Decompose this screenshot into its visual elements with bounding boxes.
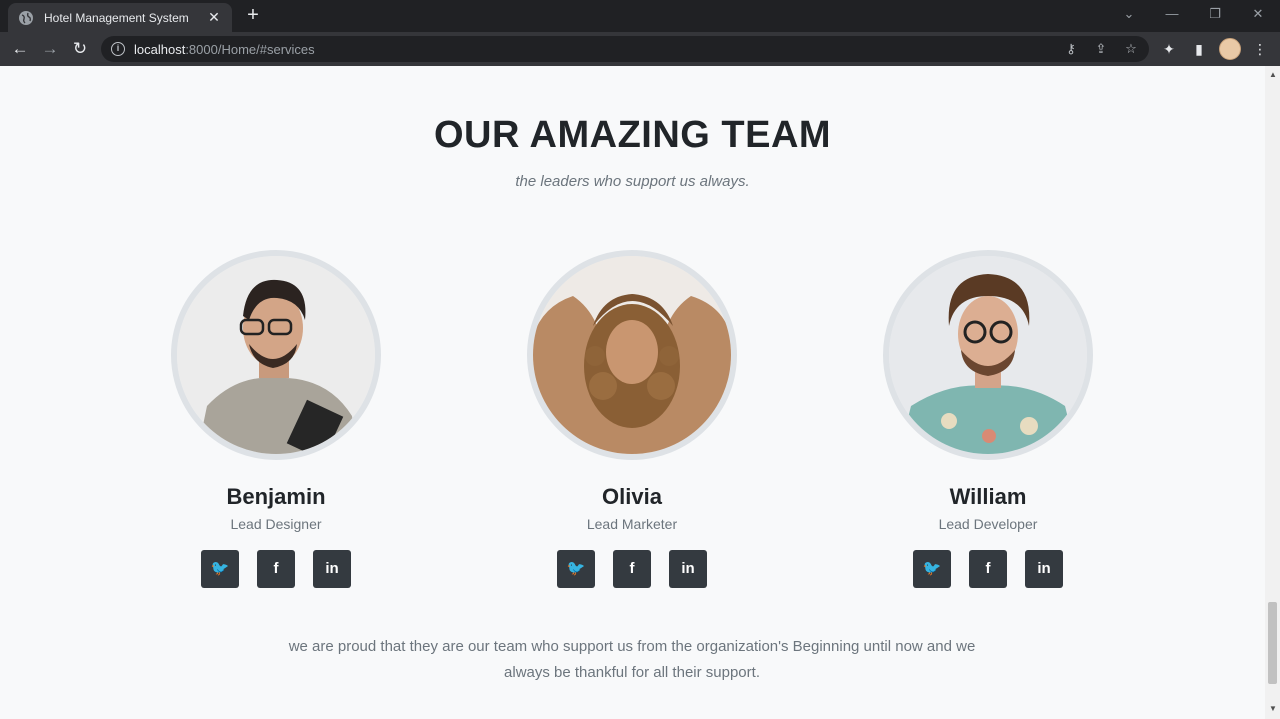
tab-search-icon[interactable]: ⌄ [1114, 4, 1144, 24]
scroll-down-arrow-icon[interactable]: ▼ [1269, 704, 1277, 713]
browser-tab[interactable]: Hotel Management System ✕ [8, 3, 232, 32]
team-card-olivia: Olivia Lead Marketer 🐦 f in [482, 250, 782, 588]
member-role: Lead Developer [938, 516, 1038, 532]
social-links: 🐦 f in [838, 550, 1138, 588]
social-links: 🐦 f in [482, 550, 782, 588]
key-icon[interactable]: ⚷ [1063, 41, 1079, 57]
reload-icon[interactable]: ↻ [68, 37, 92, 61]
twitter-icon[interactable]: 🐦 [201, 550, 239, 588]
avatar [171, 250, 381, 460]
extensions-puzzle-icon[interactable]: ✦ [1160, 40, 1178, 58]
twitter-icon[interactable]: 🐦 [557, 550, 595, 588]
team-footer-text: we are proud that they are our team who … [288, 638, 976, 681]
linkedin-icon[interactable]: in [669, 550, 707, 588]
member-role: Lead Marketer [586, 516, 678, 532]
avatar [527, 250, 737, 460]
url-path: :8000/Home/#services [185, 41, 315, 57]
team-card-william: William Lead Developer 🐦 f in [838, 250, 1138, 588]
linkedin-icon[interactable]: in [1025, 550, 1063, 588]
tab-title: Hotel Management System [44, 10, 189, 25]
facebook-icon[interactable]: f [613, 550, 651, 588]
profile-avatar[interactable] [1219, 38, 1241, 60]
linkedin-icon[interactable]: in [313, 550, 351, 588]
section-subheading: the leaders who support us always. [515, 173, 750, 190]
back-arrow-icon[interactable]: ← [8, 37, 32, 61]
scrollbar-thumb[interactable] [1268, 602, 1277, 684]
member-name: Benjamin [226, 484, 326, 509]
team-section: OUR AMAZING TEAM the leaders who support… [0, 66, 1265, 719]
globe-icon [18, 10, 34, 26]
scroll-up-arrow-icon[interactable]: ▲ [1269, 70, 1277, 79]
address-bar[interactable]: i localhost:8000/Home/#services ⚷ ⇪ ☆ [101, 36, 1149, 62]
side-panel-icon[interactable]: ▮ [1190, 40, 1208, 58]
member-name: William [949, 484, 1027, 509]
facebook-icon[interactable]: f [969, 550, 1007, 588]
menu-kebab-icon[interactable]: ⋮ [1251, 40, 1269, 58]
browser-tab-bar: Hotel Management System ✕ + ⌄ — ❐ ✕ [0, 0, 1280, 32]
twitter-icon[interactable]: 🐦 [913, 550, 951, 588]
restore-icon[interactable]: ❐ [1200, 4, 1230, 24]
close-tab-icon[interactable]: ✕ [206, 9, 222, 26]
url-host: localhost [134, 41, 186, 57]
member-name: Olivia [602, 484, 662, 509]
member-role: Lead Designer [230, 516, 322, 532]
close-window-icon[interactable]: ✕ [1243, 4, 1273, 24]
avatar [883, 250, 1093, 460]
forward-arrow-icon[interactable]: → [38, 37, 62, 61]
page-scrollbar[interactable]: ▲ ▼ [1265, 66, 1280, 719]
browser-toolbar: ← → ↻ i localhost:8000/Home/#services ⚷ … [0, 32, 1280, 66]
team-card-benjamin: Benjamin Lead Designer 🐦 f in [126, 250, 426, 588]
facebook-icon[interactable]: f [257, 550, 295, 588]
info-icon[interactable]: i [111, 42, 125, 56]
social-links: 🐦 f in [126, 550, 426, 588]
section-heading: OUR AMAZING TEAM [433, 114, 832, 156]
new-tab-button[interactable]: + [242, 4, 264, 26]
minimize-icon[interactable]: — [1157, 4, 1187, 24]
bookmark-star-icon[interactable]: ☆ [1123, 41, 1139, 57]
share-icon[interactable]: ⇪ [1093, 41, 1109, 57]
